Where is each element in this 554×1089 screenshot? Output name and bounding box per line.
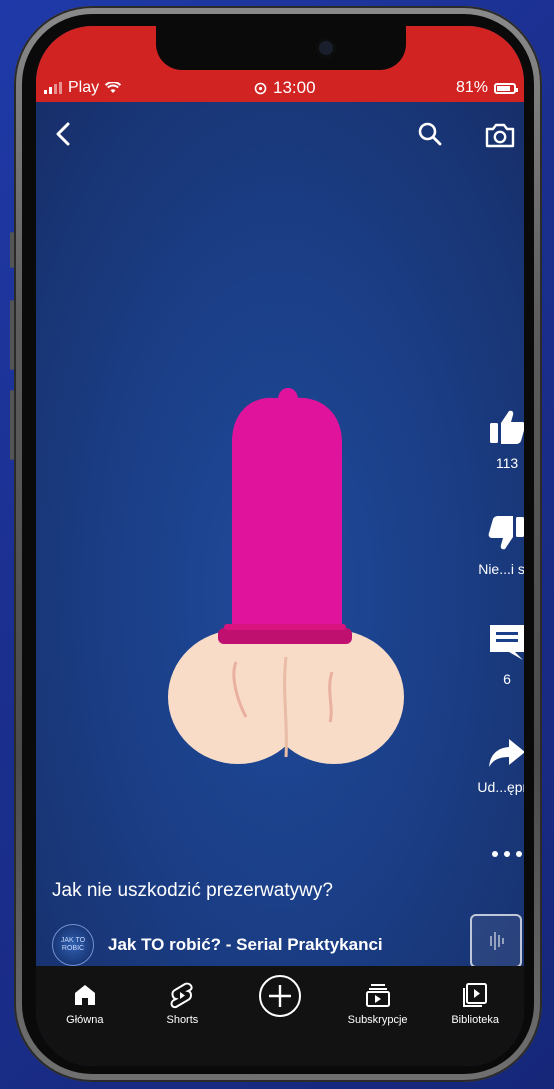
nav-label: Subskrypcje	[347, 1014, 408, 1026]
camera-icon[interactable]	[484, 120, 516, 150]
comment-count: 6	[503, 671, 511, 687]
more-options-button[interactable]	[472, 846, 524, 864]
comment-icon	[490, 625, 524, 660]
carrier-info: Play	[44, 79, 122, 97]
video-caption[interactable]: Jak nie uszkodzić prezerwatywy?	[52, 880, 333, 902]
phone-screen: Play 13:00 81% 113 Nie...i s 6 Ud...ęp J…	[36, 26, 524, 1066]
notch	[156, 26, 406, 70]
subscriptions-icon	[365, 984, 390, 1007]
side-button	[10, 300, 14, 370]
thumbs-down-icon	[488, 516, 524, 550]
condom-illustration	[168, 388, 404, 764]
front-camera	[316, 38, 336, 58]
comments-button[interactable]: 6	[472, 622, 524, 687]
nav-item-shorts[interactable]: Shorts	[137, 980, 227, 1026]
clock: 13:00	[254, 78, 316, 98]
battery-icon	[494, 82, 518, 94]
nav-label: Biblioteka	[451, 1014, 500, 1026]
channel-row[interactable]: JAK TO ROBIĆ Jak TO robić? - Serial Prak…	[52, 924, 383, 966]
share-label: Ud...ępnij	[477, 779, 524, 795]
like-button[interactable]: 113	[472, 408, 524, 471]
create-icon	[258, 975, 301, 1017]
battery-info: 81%	[455, 79, 518, 97]
more-dots-icon	[492, 851, 522, 857]
audio-wave-icon	[490, 932, 504, 950]
sound-thumbnail-button[interactable]	[470, 914, 522, 968]
channel-name[interactable]: Jak TO robić? - Serial Praktykanci	[108, 935, 383, 955]
shorts-icon	[170, 982, 193, 1009]
dislike-button[interactable]: Nie...i się	[472, 514, 524, 577]
shorts-video[interactable]: 113 Nie...i się 6 Ud...ępnij	[36, 102, 524, 990]
share-button[interactable]: Ud...ępnij	[472, 736, 524, 795]
library-icon	[463, 983, 488, 1007]
nav-label: Główna	[66, 1014, 104, 1026]
signal-icon	[44, 82, 62, 94]
alarm-icon	[254, 82, 267, 94]
nav-label: Shorts	[166, 1014, 199, 1026]
home-icon	[74, 985, 95, 1005]
share-icon	[489, 739, 524, 767]
nav-item-home[interactable]: Główna	[40, 980, 130, 1026]
nav-item-library[interactable]: Biblioteka	[430, 980, 520, 1026]
side-button	[10, 390, 14, 460]
side-button	[10, 232, 14, 268]
channel-avatar-text: JAK TO ROBIĆ	[60, 937, 86, 952]
bottom-navigation: Główna Shorts Subskrypcje Biblioteka	[36, 966, 524, 1066]
battery-percent: 81%	[455, 79, 488, 96]
dislike-label: Nie...i się	[478, 561, 524, 577]
back-arrow-icon[interactable]	[50, 120, 78, 148]
carrier-name: Play	[68, 79, 100, 96]
wifi-icon	[105, 82, 122, 93]
like-count: 113	[495, 455, 519, 471]
status-bar: Play 13:00 81%	[36, 26, 524, 102]
thumbs-up-icon	[490, 410, 524, 444]
video-top-controls	[36, 102, 524, 162]
search-icon[interactable]	[416, 120, 444, 148]
nav-item-create[interactable]	[235, 975, 325, 1018]
nav-item-subscriptions[interactable]: Subskrypcje	[333, 980, 423, 1026]
time: 13:00	[273, 78, 316, 97]
condom-shape	[218, 388, 352, 644]
channel-avatar[interactable]: JAK TO ROBIĆ	[52, 924, 94, 966]
skin-shape	[168, 630, 404, 764]
